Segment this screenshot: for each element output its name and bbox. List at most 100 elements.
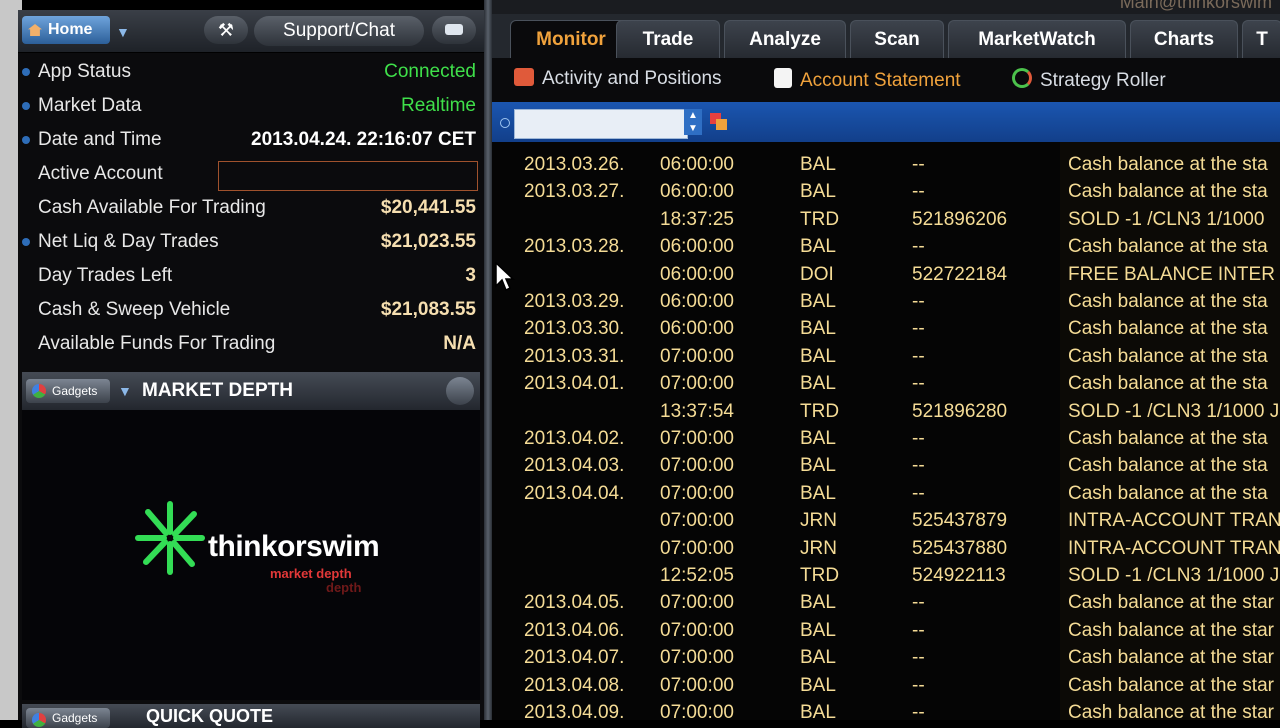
row-description: Cash balance at the sta (1068, 345, 1268, 367)
row-description: Cash balance at the sta (1068, 291, 1268, 312)
table-row[interactable]: 2013.04.08. 07:00:00 BAL -- Cash balance at … (492, 671, 1280, 698)
subtab-activity-and-positions[interactable]: Activity and Positions (514, 68, 722, 92)
chevron-down-icon[interactable]: ▼ (118, 383, 132, 399)
table-row[interactable]: 07:00:00 JRN 525437879 INTRA-ACCOUNT TRAN (492, 506, 1280, 533)
thinkorswim-logo-icon (135, 501, 205, 575)
window-title-strip: Main@thinkorswim (492, 0, 1280, 14)
row-type: BAL (800, 236, 836, 258)
table-row[interactable]: 2013.03.27. 06:00:00 BAL -- Cash balance at … (492, 177, 1280, 204)
home-toolbar: Home ▼ ⚒ Support/Chat (18, 10, 484, 53)
gadgets-icon (32, 713, 46, 727)
table-row[interactable]: 2013.04.05. 07:00:00 BAL -- Cash balance at … (492, 588, 1280, 615)
panel-splitter[interactable] (484, 0, 492, 720)
row-type: BAL (800, 291, 836, 312)
table-row[interactable]: 2013.04.07. 07:00:00 BAL -- Cash balance at … (492, 643, 1280, 670)
table-row[interactable]: 2013.04.02. 07:00:00 BAL -- Cash balance at … (492, 424, 1280, 451)
status-row: Cash & Sweep Vehicle $21,083.55 (18, 294, 484, 328)
table-row[interactable]: 12:52:05 TRD 524922113 SOLD -1 /CLN3 1/1000… (492, 561, 1280, 588)
row-description: Cash balance at the star (1068, 592, 1274, 614)
filter-radio[interactable] (500, 118, 510, 128)
table-row[interactable]: 2013.03.29. 06:00:00 BAL -- Cash balance at … (492, 287, 1280, 314)
tab-t[interactable]: T (1242, 20, 1280, 58)
row-date: 2013.03.28. (524, 236, 625, 258)
gadget-menu-button[interactable] (446, 377, 474, 405)
status-label: Active Account (38, 163, 163, 184)
table-row[interactable]: 18:37:25 TRD 521896206 SOLD -1 /CLN3 1/1000 (492, 205, 1280, 232)
color-picker-icon[interactable] (710, 113, 730, 131)
row-ref: -- (912, 318, 925, 340)
subtab-label: Activity and Positions (542, 68, 722, 89)
table-row[interactable]: 2013.03.31. 07:00:00 BAL -- Cash balance at … (492, 342, 1280, 369)
table-row[interactable]: 2013.04.03. 07:00:00 BAL -- Cash balance at … (492, 451, 1280, 478)
tab-monitor[interactable]: Monitor (510, 20, 632, 58)
subtab-strategy-roller[interactable]: Strategy Roller (1012, 68, 1166, 94)
tab-charts[interactable]: Charts (1130, 20, 1238, 58)
row-time: 06:00:00 (660, 181, 734, 203)
row-date: 2013.04.05. (524, 592, 625, 614)
tab-scan[interactable]: Scan (850, 20, 944, 58)
gadgets-label: Gadgets (52, 384, 98, 398)
row-description: SOLD -1 /CLN3 1/1000 J (1068, 565, 1280, 586)
status-label: Cash & Sweep Vehicle (38, 299, 231, 320)
table-row[interactable]: 2013.04.04. 07:00:00 BAL -- Cash balance at … (492, 479, 1280, 506)
row-type: JRN (800, 537, 837, 559)
row-time: 07:00:00 (660, 674, 734, 696)
row-date: 2013.04.08. (524, 674, 625, 696)
table-row[interactable]: 07:00:00 JRN 525437880 INTRA-ACCOUNT TRAN (492, 534, 1280, 561)
table-row[interactable]: 2013.03.26. 06:00:00 BAL -- Cash balance at … (492, 150, 1280, 177)
tab-trade[interactable]: Trade (616, 20, 720, 58)
subtab-label: Account Statement (800, 70, 961, 91)
home-button[interactable]: Home (22, 16, 110, 44)
status-row: Cash Available For Trading $20,441.55 (18, 192, 484, 226)
table-row[interactable]: 2013.03.28. 06:00:00 BAL -- Cash balance at … (492, 232, 1280, 259)
subtab-label: Strategy Roller (1040, 70, 1166, 91)
status-value: 3 (465, 265, 476, 286)
tab-marketwatch[interactable]: MarketWatch (948, 20, 1126, 58)
table-row[interactable]: 2013.03.30. 06:00:00 BAL -- Cash balance at … (492, 314, 1280, 341)
row-type: BAL (800, 674, 836, 696)
row-time: 07:00:00 (660, 428, 734, 449)
support-chat-button[interactable]: Support/Chat (254, 16, 424, 46)
wrench-icon: ⚒ (217, 20, 235, 40)
status-label: Day Trades Left (38, 265, 173, 286)
table-row[interactable]: 2013.04.09. 07:00:00 BAL -- Cash balance at … (492, 698, 1280, 725)
row-time: 12:52:05 (660, 565, 734, 586)
gadget-title: MARKET DEPTH (142, 380, 293, 401)
status-row: App Status Connected (18, 56, 484, 90)
gadgets-button[interactable]: Gadgets (26, 708, 110, 728)
row-description: Cash balance at the sta (1068, 428, 1268, 449)
market-depth-panel: thinkorswim market depth depth (22, 410, 480, 700)
row-description: Cash balance at the star (1068, 674, 1274, 696)
tab-analyze[interactable]: Analyze (724, 20, 846, 58)
row-type: BAL (800, 482, 836, 504)
row-time: 18:37:25 (660, 208, 734, 230)
row-description: SOLD -1 /CLN3 1/1000 J (1068, 400, 1280, 422)
row-ref: 524922113 (912, 565, 1006, 586)
row-description: Cash balance at the sta (1068, 373, 1268, 395)
status-label: Date and Time (38, 129, 162, 150)
row-ref: 521896206 (912, 208, 1008, 230)
wrench-button[interactable]: ⚒ (204, 16, 248, 44)
chat-button[interactable] (432, 16, 476, 44)
row-date: 2013.04.04. (524, 482, 625, 504)
row-description: Cash balance at the star (1068, 702, 1274, 723)
chevron-down-icon[interactable]: ▼ (116, 24, 130, 40)
table-row[interactable]: 13:37:54 TRD 521896280 SOLD -1 /CLN3 1/1000… (492, 397, 1280, 424)
row-date: 2013.04.07. (524, 647, 625, 669)
table-row[interactable]: 2013.04.06. 07:00:00 BAL -- Cash balance at … (492, 616, 1280, 643)
active-account-field[interactable] (218, 161, 478, 191)
account-filter-input[interactable] (514, 109, 688, 139)
table-row[interactable]: 2013.04.01. 07:00:00 BAL -- Cash balance at … (492, 369, 1280, 396)
row-time: 06:00:00 (660, 291, 734, 312)
row-date: 2013.04.06. (524, 619, 625, 641)
row-type: BAL (800, 702, 836, 723)
row-ref: -- (912, 345, 925, 367)
filter-spinner[interactable]: ▲ ▼ (684, 109, 702, 135)
gadgets-button[interactable]: Gadgets (26, 379, 110, 403)
table-row[interactable]: 06:00:00 DOI 522722184 FREE BALANCE INTER (492, 260, 1280, 287)
row-type: BAL (800, 592, 836, 614)
row-type: TRD (800, 400, 840, 422)
row-ref: -- (912, 373, 925, 395)
subtab-account-statement[interactable]: Account Statement (774, 68, 961, 94)
row-ref: -- (912, 619, 925, 641)
